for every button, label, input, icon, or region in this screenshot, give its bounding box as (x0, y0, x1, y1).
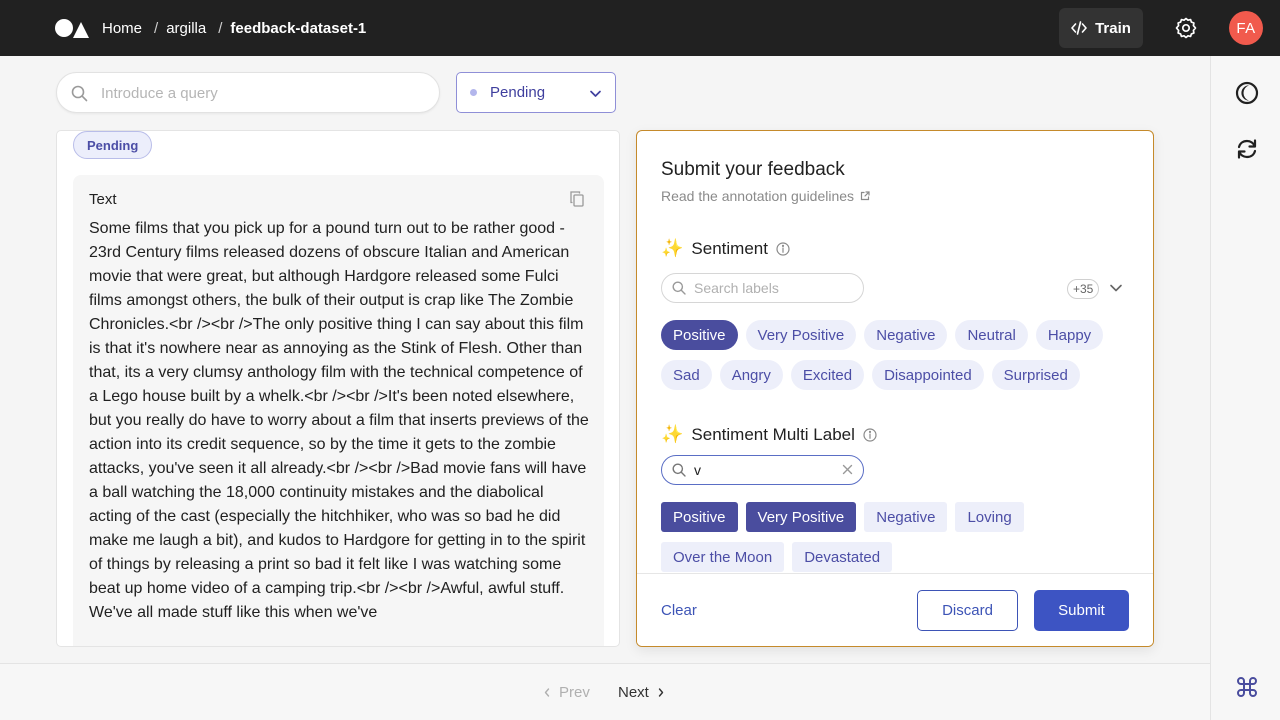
search-icon (672, 463, 686, 477)
breadcrumb-dataset: feedback-dataset-1 (230, 19, 367, 37)
prev-button[interactable]: Prev (544, 684, 590, 701)
label-search-input[interactable] (694, 279, 834, 297)
top-bar: Home / argilla / feedback-dataset-1 Trai… (0, 0, 1280, 56)
label-option[interactable]: Surprised (991, 360, 1080, 390)
record-card: Pending Text Some films that you pick up… (56, 130, 620, 647)
label-option[interactable]: Very Positive (745, 502, 857, 532)
breadcrumb: Home / argilla / feedback-dataset-1 (102, 0, 366, 56)
prev-label: Prev (559, 684, 590, 701)
next-label: Next (618, 684, 649, 701)
copy-icon[interactable] (570, 191, 584, 207)
label-option[interactable]: Neutral (955, 320, 1028, 350)
question-sentiment-label: Sentiment (691, 238, 768, 258)
sparkle-icon: ✨ (661, 424, 684, 444)
breadcrumb-home[interactable]: Home (102, 20, 142, 37)
search-icon (672, 281, 686, 295)
multi-label-options: Positive Very Positive Negative Loving Over … (661, 502, 1131, 572)
breadcrumb-workspace[interactable]: argilla (166, 20, 206, 37)
record-search (56, 72, 440, 113)
info-icon[interactable] (863, 427, 877, 442)
label-option[interactable]: Loving (955, 502, 1024, 532)
guidelines-link-label: Read the annotation guidelines (661, 188, 855, 204)
label-option[interactable]: Angry (719, 360, 783, 390)
more-labels-count[interactable]: +35 (1067, 279, 1100, 299)
avatar[interactable]: FA (1229, 11, 1263, 45)
refresh-icon[interactable] (1235, 137, 1259, 161)
submit-button[interactable]: Submit (1034, 590, 1129, 631)
question-multi-label-label: Sentiment Multi Label (691, 424, 855, 444)
code-icon (1071, 21, 1087, 35)
chevron-down-icon[interactable] (1109, 281, 1123, 295)
next-button[interactable]: Next (618, 684, 664, 701)
feedback-footer: Clear Discard Submit (637, 573, 1153, 646)
status-dot (470, 89, 477, 96)
command-icon[interactable] (1235, 675, 1259, 699)
label-option[interactable]: Disappointed (872, 360, 984, 390)
right-sidebar (1210, 56, 1280, 720)
sentiment-options: Positive Very Positive Negative Neutral Happ… (661, 320, 1131, 390)
question-sentiment: ✨ Sentiment (661, 238, 790, 259)
label-search-input[interactable] (694, 461, 834, 479)
chevron-down-icon (590, 90, 601, 97)
label-option[interactable]: Negative (864, 502, 948, 532)
question-sentiment-multi-label: ✨ Sentiment Multi Label (661, 424, 877, 445)
field-text: Some films that you pick up for a pound … (89, 220, 589, 621)
info-icon[interactable] (776, 241, 790, 256)
sparkle-icon: ✨ (661, 238, 684, 258)
search-icon (71, 85, 88, 102)
train-button-label: Train (1095, 19, 1131, 37)
label-option[interactable]: Happy (1035, 320, 1104, 350)
label-option[interactable]: Excited (790, 360, 865, 390)
chevron-left-icon (544, 688, 550, 697)
breadcrumb-separator: / (154, 19, 159, 37)
argilla-logo[interactable] (55, 18, 89, 38)
label-option[interactable]: Very Positive (745, 320, 857, 350)
chevron-right-icon (658, 688, 664, 697)
contrast-icon[interactable] (1235, 81, 1259, 105)
label-search-sentiment (661, 273, 864, 303)
label-option[interactable]: Positive (661, 502, 738, 532)
status-badge: Pending (73, 131, 153, 159)
text-field: Text Some films that you pick up for a p… (73, 175, 604, 646)
guidelines-link[interactable]: Read the annotation guidelines (661, 188, 870, 204)
label-search-multi-label (661, 455, 864, 485)
field-title: Text (89, 191, 117, 208)
label-option[interactable]: Over the Moon (661, 542, 785, 572)
search-input[interactable] (101, 83, 421, 103)
label-option[interactable]: Devastated (792, 542, 893, 572)
external-link-icon (860, 191, 870, 201)
discard-button[interactable]: Discard (917, 590, 1018, 631)
pagination-bar: Prev Next (0, 663, 1210, 720)
clear-button[interactable]: Clear (661, 602, 697, 619)
gear-icon[interactable] (1174, 16, 1198, 40)
label-option[interactable]: Sad (661, 360, 712, 390)
status-filter-dropdown[interactable]: Pending (456, 72, 616, 113)
clear-search-icon[interactable] (842, 464, 853, 475)
status-filter-value: Pending (490, 84, 546, 101)
label-option[interactable]: Negative (864, 320, 948, 350)
feedback-panel: Submit your feedback Read the annotation… (636, 130, 1154, 647)
breadcrumb-separator: / (218, 19, 223, 37)
label-option[interactable]: Positive (661, 320, 738, 350)
feedback-title: Submit your feedback (661, 159, 845, 180)
train-button[interactable]: Train (1059, 8, 1143, 48)
